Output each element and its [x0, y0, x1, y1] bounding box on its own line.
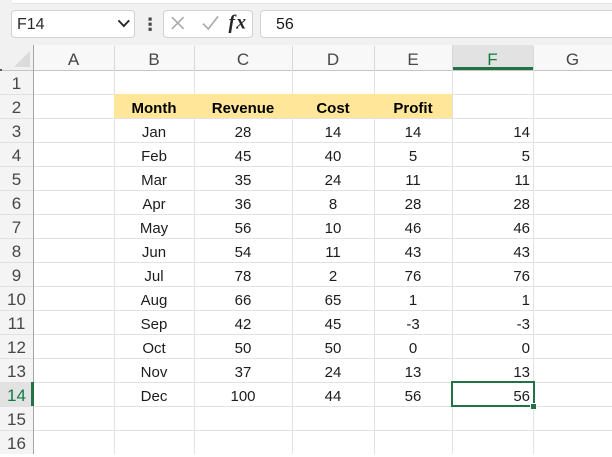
svg-text:fx: fx: [229, 12, 248, 33]
